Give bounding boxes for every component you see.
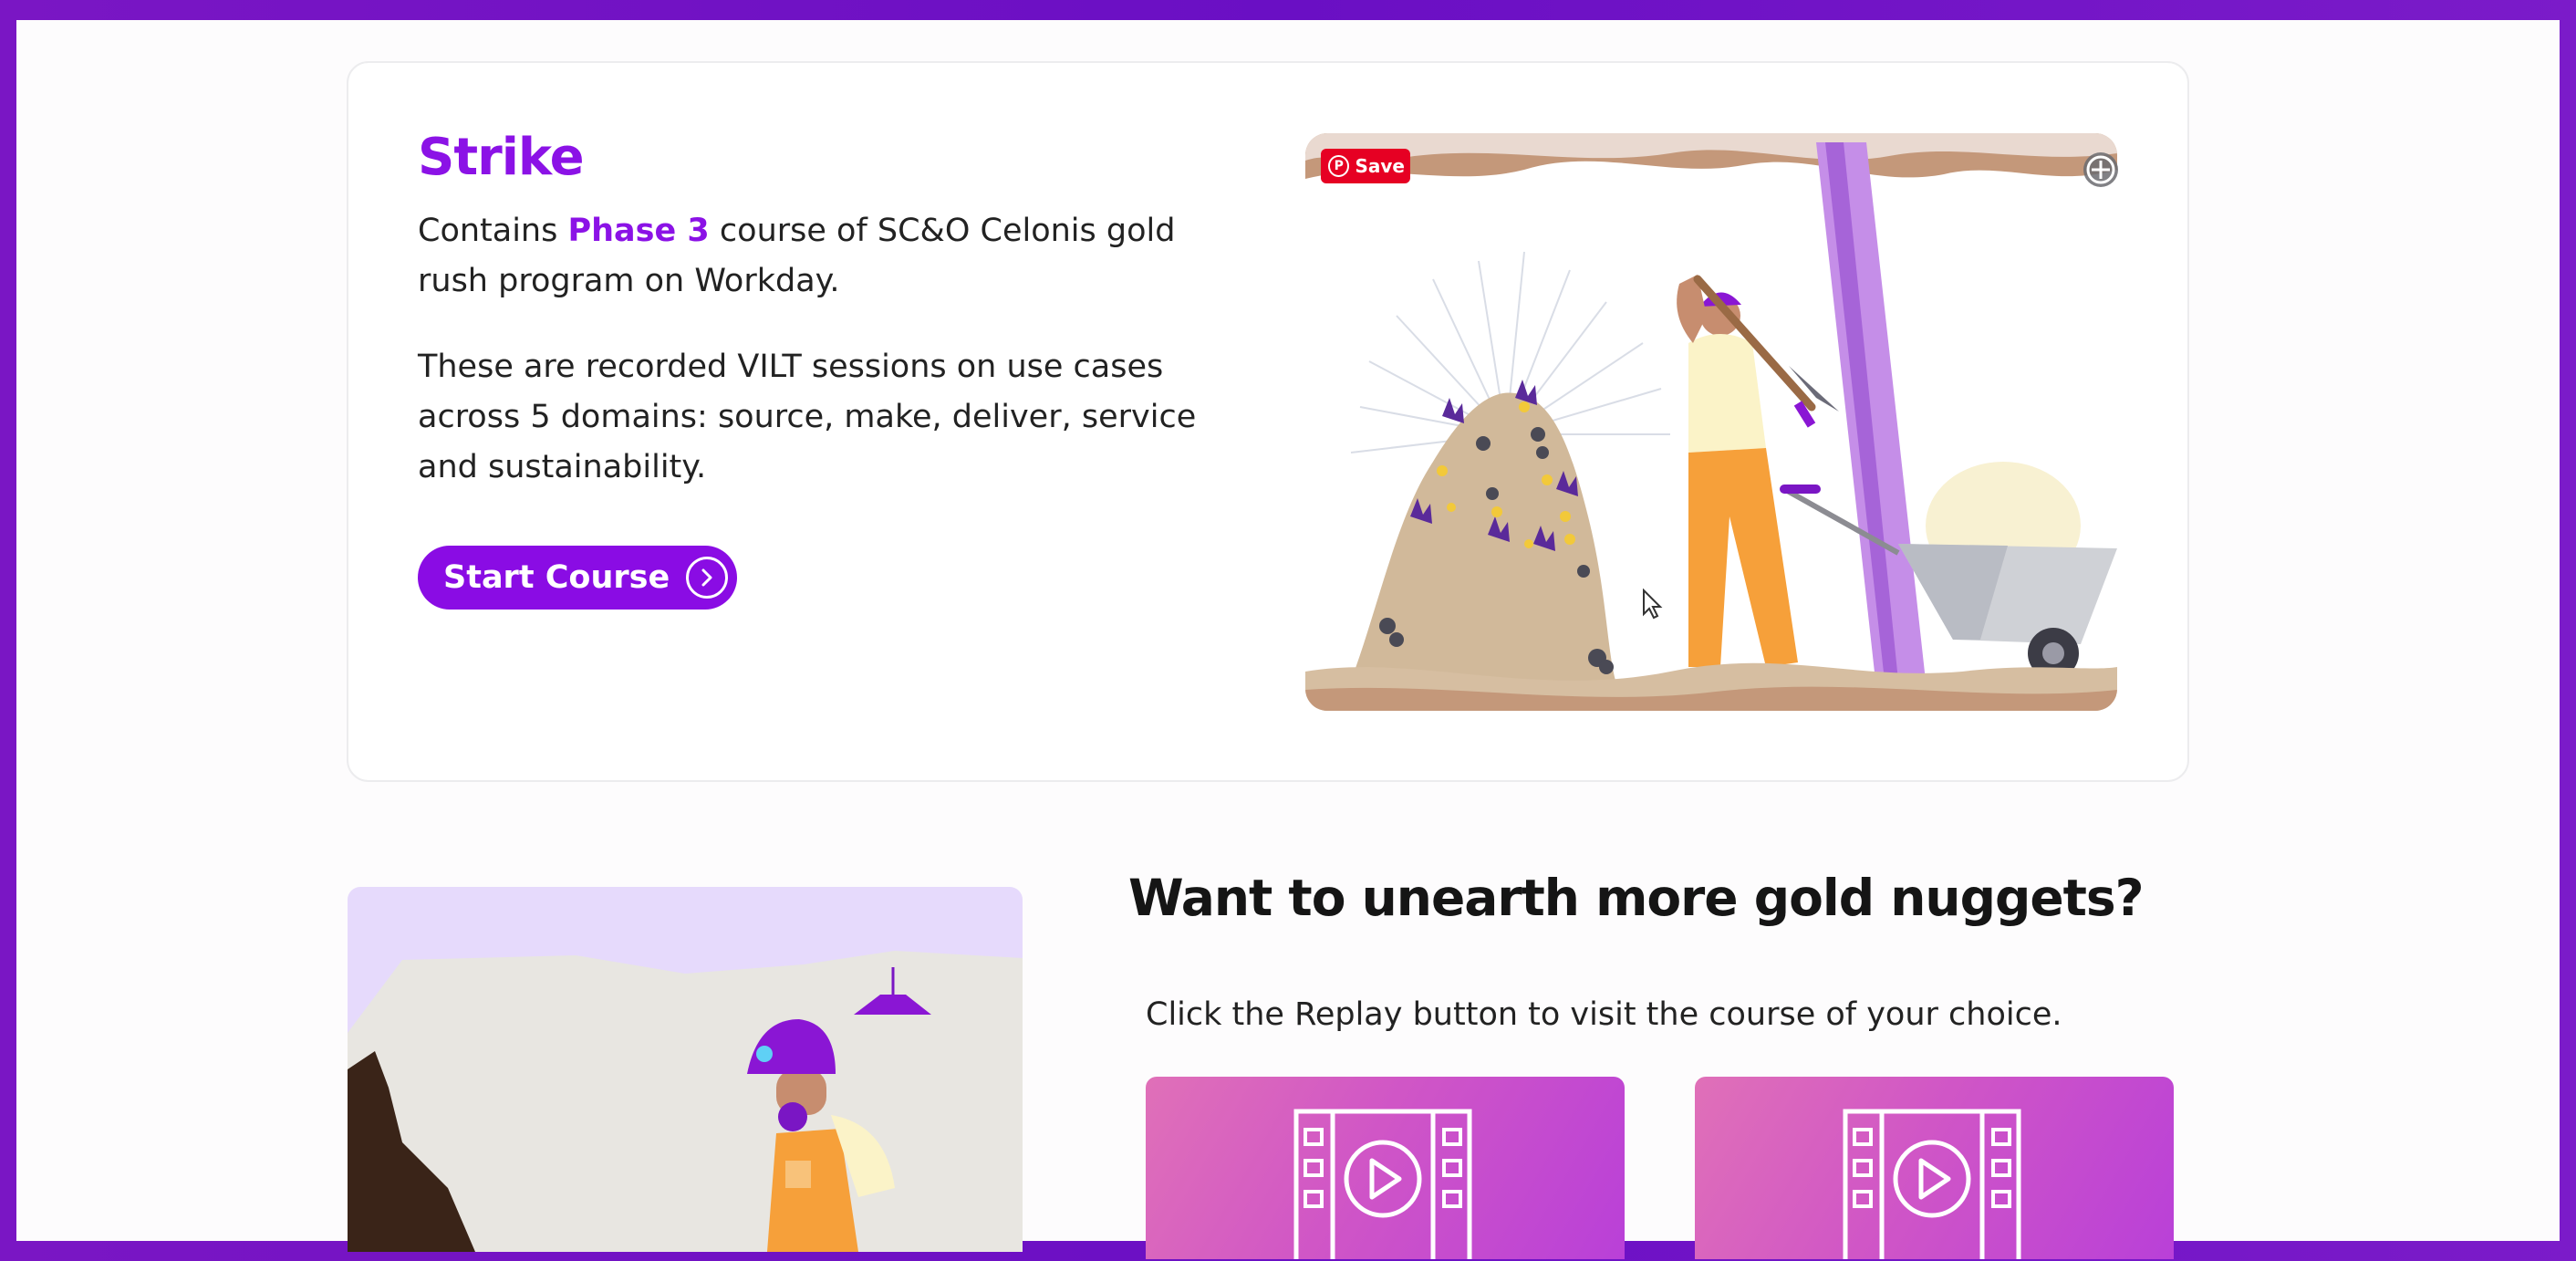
phase-highlight: Phase 3 xyxy=(567,213,710,249)
course-title: Strike xyxy=(418,128,585,187)
section-heading: Want to unearth more gold nuggets? xyxy=(1128,869,2145,927)
pinterest-save-button[interactable]: P Save xyxy=(1321,149,1410,183)
course-description: These are recorded VILT sessions on use … xyxy=(418,349,1197,485)
gold-mining-illustration xyxy=(1305,133,2117,711)
chevron-right-icon xyxy=(686,557,728,599)
intro-text-before: Contains xyxy=(418,213,568,249)
replay-course-card-2[interactable] xyxy=(1695,1077,2174,1259)
section-subheading: Click the Replay button to visit the cou… xyxy=(1146,996,2062,1033)
pinterest-icon: P xyxy=(1328,155,1350,177)
start-course-label: Start Course xyxy=(443,559,670,596)
video-film-icon xyxy=(1843,1109,2021,1259)
course-intro: Contains Phase 3 course of SC&O Celonis … xyxy=(418,206,1239,307)
save-label: Save xyxy=(1355,155,1405,177)
start-course-button[interactable]: Start Course xyxy=(418,546,737,610)
replay-course-card-1[interactable] xyxy=(1146,1077,1625,1259)
mouse-cursor-icon xyxy=(1642,588,1664,620)
miner-illustration xyxy=(348,887,1023,1252)
expand-icon[interactable] xyxy=(2082,151,2120,189)
video-film-icon xyxy=(1293,1109,1472,1259)
